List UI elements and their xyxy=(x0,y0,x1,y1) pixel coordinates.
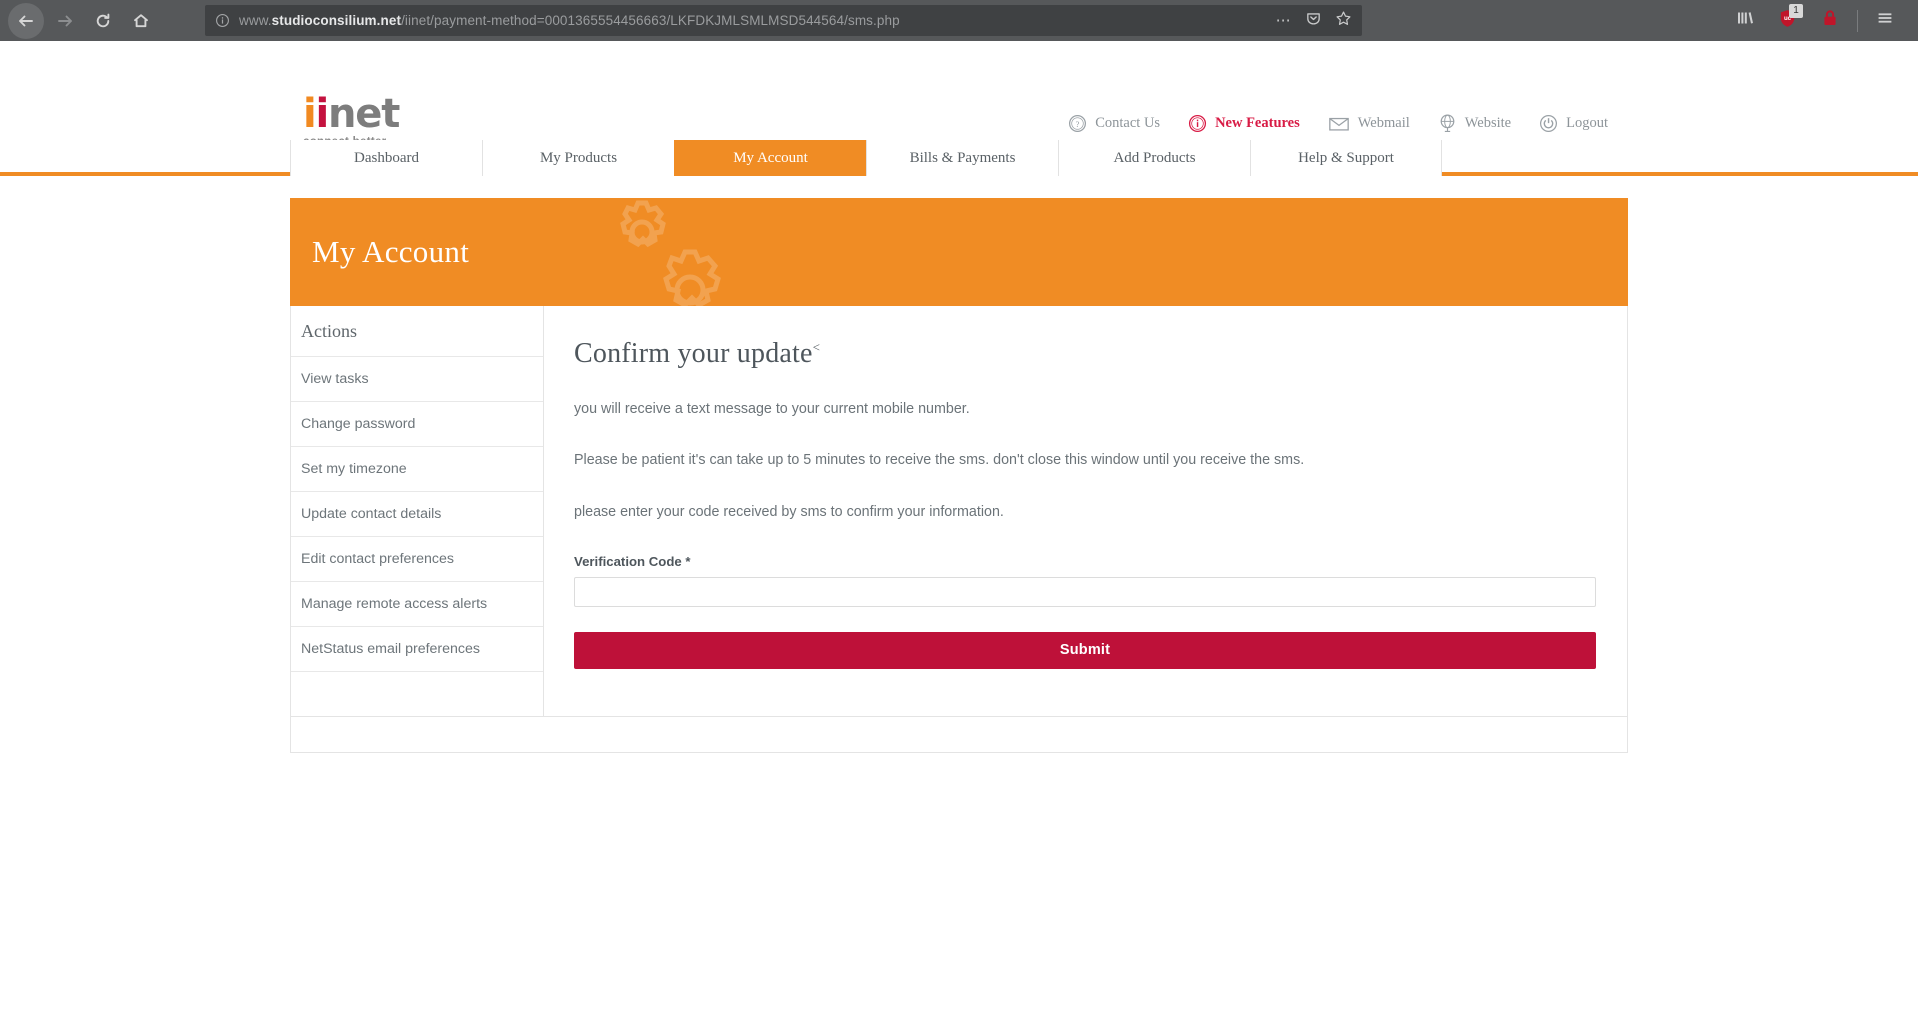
tab-bills-payments[interactable]: Bills & Payments xyxy=(866,140,1058,176)
tab-add-products[interactable]: Add Products xyxy=(1058,140,1250,176)
tab-dashboard[interactable]: Dashboard xyxy=(290,140,482,176)
padlock-icon xyxy=(1820,8,1840,33)
sidebar-item-label: View tasks xyxy=(301,371,369,387)
sidebar-item-label: Set my timezone xyxy=(301,461,407,477)
header-link-label: New Features xyxy=(1215,114,1300,131)
verification-code-label: Verification Code * xyxy=(574,553,691,569)
account-panel: Actions View tasks Change password Set m… xyxy=(290,306,1628,717)
tab-my-account[interactable]: My Account xyxy=(674,140,866,176)
tab-my-products[interactable]: My Products xyxy=(482,140,674,176)
home-button[interactable] xyxy=(124,4,158,38)
logo-i-orange: i xyxy=(303,91,317,137)
sidebar-item-view-tasks[interactable]: View tasks xyxy=(291,357,543,402)
star-bookmark-icon[interactable] xyxy=(1335,10,1352,32)
sidebar-item-set-my-timezone[interactable]: Set my timezone xyxy=(291,447,543,492)
envelope-icon xyxy=(1328,114,1350,133)
tab-label: Bills & Payments xyxy=(909,149,1016,166)
question-circle-icon: ? xyxy=(1068,114,1087,133)
content-container: My Account Actions View tasks Change pas… xyxy=(290,198,1628,753)
page-title: My Account xyxy=(312,234,470,269)
ellipsis-icon[interactable]: ⋯ xyxy=(1276,13,1292,28)
address-bar[interactable]: www.studioconsilium.net/iinet/payment-me… xyxy=(205,5,1362,36)
submit-button[interactable]: Submit xyxy=(574,631,1596,669)
tab-label: My Account xyxy=(733,149,808,166)
sidebar-item-manage-remote-access-alerts[interactable]: Manage remote access alerts xyxy=(291,582,543,627)
panel-footer xyxy=(290,717,1628,753)
url-text[interactable]: www.studioconsilium.net/iinet/payment-me… xyxy=(239,13,1276,28)
forward-button[interactable] xyxy=(48,4,82,38)
sidebar-item-label: Update contact details xyxy=(301,506,442,522)
reload-icon xyxy=(94,12,112,30)
tab-label: Dashboard xyxy=(354,149,419,166)
sidebar-heading: Actions xyxy=(291,306,543,357)
sidebar-item-label: Edit contact preferences xyxy=(301,551,454,567)
main-navigation: Dashboard My Products My Account Bills &… xyxy=(0,140,1918,176)
page-content: My Account Actions View tasks Change pas… xyxy=(0,176,1918,753)
address-bar-actions: ⋯ xyxy=(1276,10,1354,32)
info-circle-icon xyxy=(1188,114,1207,133)
logo-wordmark: iinet xyxy=(303,94,400,134)
power-icon xyxy=(1539,114,1558,133)
page-banner: My Account xyxy=(290,198,1628,306)
header-link-label: Webmail xyxy=(1357,114,1410,131)
forward-arrow-icon xyxy=(56,12,74,30)
reload-button[interactable] xyxy=(86,4,120,38)
sidebar-item-update-contact-details[interactable]: Update contact details xyxy=(291,492,543,537)
tab-label: My Products xyxy=(539,149,618,166)
tab-label: Help & Support xyxy=(1298,149,1394,166)
hamburger-menu-icon xyxy=(1875,8,1895,33)
pocket-save-icon[interactable] xyxy=(1305,10,1322,32)
sidebar-item-label: NetStatus email preferences xyxy=(301,641,481,657)
main-column: Confirm your update< you will receive a … xyxy=(544,306,1628,717)
logo-net: net xyxy=(328,91,400,137)
sidebar-item-label: Change password xyxy=(301,416,416,432)
verification-code-input[interactable] xyxy=(574,576,1596,607)
sidebar-item-label: Manage remote access alerts xyxy=(301,596,488,612)
toolbar-divider xyxy=(1857,9,1858,32)
site-info-icon[interactable] xyxy=(215,13,230,28)
form-heading-text: Confirm your update xyxy=(574,338,813,369)
tab-label: Add Products xyxy=(1113,149,1196,166)
instruction-paragraph-2: Please be patient it's can take up to 5 … xyxy=(574,452,1305,469)
tab-help-support[interactable]: Help & Support xyxy=(1250,140,1442,176)
browser-toolbar: www.studioconsilium.net/iinet/payment-me… xyxy=(0,0,1918,41)
shield-badge-count: 1 xyxy=(1789,3,1803,18)
header-link-label: Contact Us xyxy=(1095,114,1161,131)
header-link-label: Website xyxy=(1464,114,1512,131)
page-body: iinet connect better ? Contact Us xyxy=(0,41,1918,753)
form-heading-superscript: < xyxy=(812,339,821,355)
header-link-label: Logout xyxy=(1566,114,1608,131)
back-arrow-icon xyxy=(17,12,35,30)
library-button[interactable] xyxy=(1735,8,1755,33)
header-link-logout[interactable]: Logout xyxy=(1539,114,1608,133)
gears-watermark-icon xyxy=(580,198,810,306)
logo-i-crimson: i xyxy=(315,91,330,137)
back-button[interactable] xyxy=(8,2,44,39)
header-link-webmail[interactable]: Webmail xyxy=(1328,114,1410,133)
padlock-button[interactable] xyxy=(1820,8,1840,33)
sidebar-item-change-password[interactable]: Change password xyxy=(291,402,543,447)
form-heading: Confirm your update< xyxy=(574,338,1597,370)
library-icon xyxy=(1735,8,1755,33)
chrome-right-toolbar: uc 1 xyxy=(1724,0,1918,41)
header-link-contact-us[interactable]: ? Contact Us xyxy=(1068,114,1160,133)
instruction-paragraph-3: please enter your code received by sms t… xyxy=(574,503,1004,520)
actions-sidebar: Actions View tasks Change password Set m… xyxy=(290,306,544,717)
tracking-shield-button[interactable]: uc 1 xyxy=(1777,3,1803,34)
navigation-buttons xyxy=(0,2,160,39)
globe-icon xyxy=(1438,113,1457,133)
app-menu-button[interactable] xyxy=(1875,8,1895,33)
header-link-website[interactable]: Website xyxy=(1438,113,1511,133)
instruction-paragraph-1: you will receive a text message to your … xyxy=(574,401,970,417)
header-link-new-features[interactable]: New Features xyxy=(1188,114,1300,133)
sidebar-item-netstatus-email-preferences[interactable]: NetStatus email preferences xyxy=(291,627,543,672)
svg-text:?: ? xyxy=(1076,118,1080,128)
sidebar-item-edit-contact-preferences[interactable]: Edit contact preferences xyxy=(291,537,543,582)
home-icon xyxy=(132,12,150,30)
header-utility-links: ? Contact Us New Features Webmail Websit… xyxy=(1040,113,1608,133)
site-header: iinet connect better ? Contact Us xyxy=(0,41,1918,148)
